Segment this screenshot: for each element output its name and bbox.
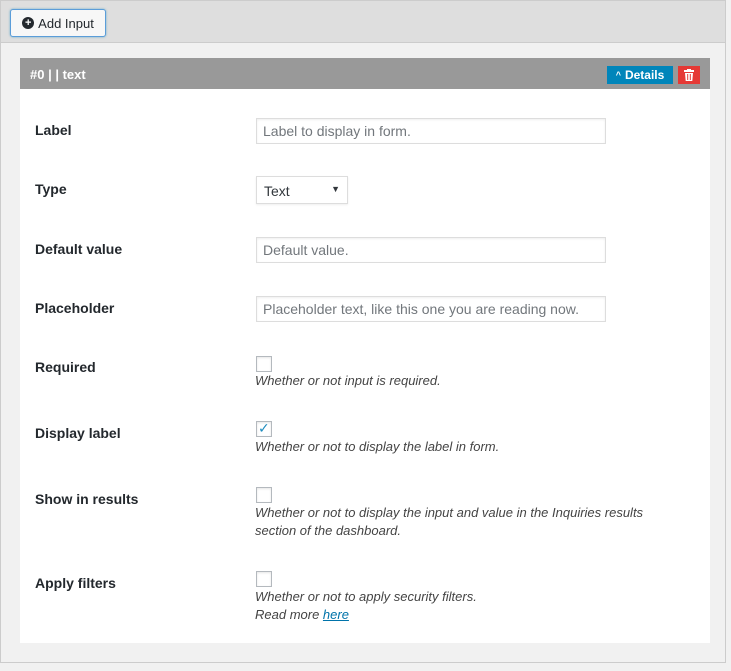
details-label: Details <box>624 68 665 82</box>
inputs-metabox: + Add Input #0 | | text ^ Details Label <box>0 0 726 663</box>
required-checkbox[interactable] <box>256 356 272 372</box>
chevron-up-icon: ^ <box>615 70 621 80</box>
caret-down-icon: ▼ <box>331 184 340 194</box>
label-input[interactable] <box>256 118 606 144</box>
type-select[interactable]: Text ▼ <box>256 176 348 204</box>
display-label-hint: Whether or not to display the label in f… <box>255 439 500 454</box>
required-hint: Whether or not input is required. <box>255 373 441 388</box>
required-field-label: Required <box>35 359 96 375</box>
placeholder-input[interactable] <box>256 296 606 322</box>
default-value-field-label: Default value <box>35 241 123 257</box>
apply-filters-field-label: Apply filters <box>35 575 116 591</box>
display-label-field-label: Display label <box>35 425 121 441</box>
checkmark-icon: ✓ <box>258 420 270 436</box>
read-more-line: Read more here <box>255 606 675 624</box>
show-in-results-field-label: Show in results <box>35 491 139 507</box>
type-field-label: Type <box>35 181 67 197</box>
plus-circle-icon: + <box>22 17 35 29</box>
panel-title: #0 | | text <box>30 67 86 82</box>
placeholder-field-label: Placeholder <box>35 300 115 316</box>
add-input-button[interactable]: + Add Input <box>10 9 106 37</box>
delete-button[interactable] <box>678 66 700 84</box>
read-more-prefix: Read more <box>255 607 323 622</box>
trash-icon <box>684 69 694 81</box>
read-more-link[interactable]: here <box>323 607 349 622</box>
label-field-label: Label <box>35 122 72 138</box>
show-in-results-hint-line2: section of the dashboard. <box>255 523 401 538</box>
display-label-checkbox[interactable]: ✓ <box>256 420 272 437</box>
input-panel: #0 | | text ^ Details Label Type Text <box>20 58 710 643</box>
apply-filters-hint: Whether or not to apply security filters… <box>255 589 477 604</box>
default-value-input[interactable] <box>256 237 606 263</box>
details-toggle-button[interactable]: ^ Details <box>607 66 673 84</box>
show-in-results-checkbox[interactable] <box>256 487 272 503</box>
toolbar: + Add Input <box>1 1 725 43</box>
add-input-label: Add Input <box>38 15 94 31</box>
panel-header: #0 | | text ^ Details <box>20 58 710 89</box>
type-select-value: Text <box>264 183 290 199</box>
apply-filters-checkbox[interactable] <box>256 571 272 587</box>
show-in-results-hint-line1: Whether or not to display the input and … <box>255 505 644 520</box>
